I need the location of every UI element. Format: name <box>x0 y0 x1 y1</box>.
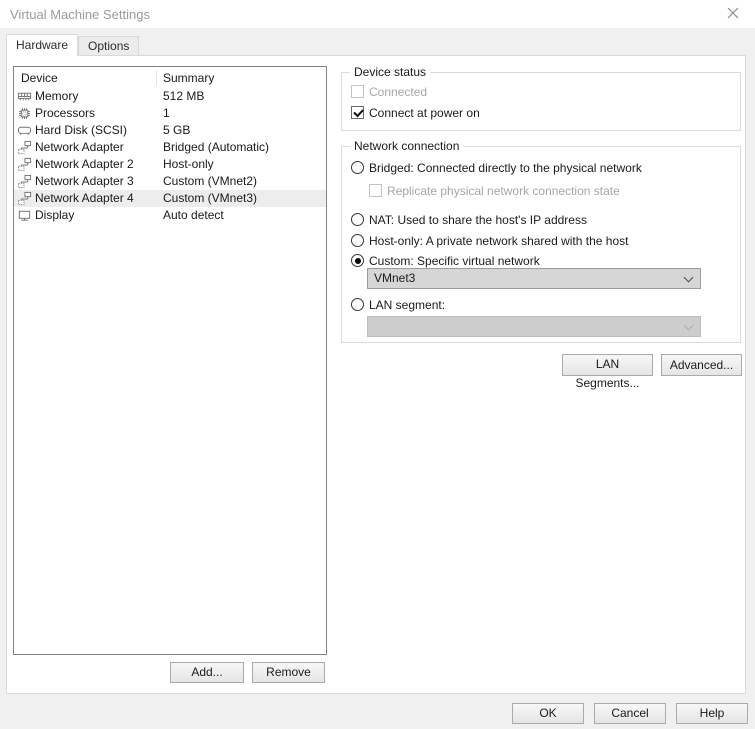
nat-radio-row: NAT: Used to share the host's IP address <box>351 212 587 227</box>
device-name: Network Adapter 3 <box>35 174 134 188</box>
vm-settings-dialog: Virtual Machine Settings Hardware Option… <box>0 0 755 729</box>
connect-at-power-on-label: Connect at power on <box>369 105 480 120</box>
ok-button[interactable]: OK <box>512 703 584 724</box>
nat-radio[interactable] <box>351 213 364 226</box>
bridged-label: Bridged: Connected directly to the physi… <box>369 160 642 175</box>
bridged-radio-row: Bridged: Connected directly to the physi… <box>351 160 642 175</box>
device-name: Network Adapter <box>35 140 124 154</box>
custom-network-value: VMnet3 <box>374 271 416 285</box>
device-row-processors[interactable]: Processors 1 <box>14 105 326 122</box>
host-only-radio[interactable] <box>351 234 364 247</box>
display-icon <box>17 208 32 223</box>
device-row-network-adapter[interactable]: Network Adapter Bridged (Automatic) <box>14 139 326 156</box>
device-summary: Bridged (Automatic) <box>163 140 270 154</box>
chevron-down-icon <box>683 272 694 283</box>
lan-segment-radio-row: LAN segment: <box>351 297 445 312</box>
custom-network-dropdown[interactable]: VMnet3 <box>367 268 701 289</box>
title-bar: Virtual Machine Settings <box>0 0 755 28</box>
tab-hardware[interactable]: Hardware <box>6 34 79 56</box>
column-header-device[interactable]: Device <box>21 71 58 85</box>
device-row-display[interactable]: Display Auto detect <box>14 207 326 224</box>
device-summary: Host-only <box>163 157 214 171</box>
device-list-header: Device Summary <box>14 67 326 88</box>
network-icon <box>17 191 32 206</box>
device-name: Network Adapter 2 <box>35 157 134 171</box>
add-button[interactable]: Add... <box>170 662 244 683</box>
remove-button[interactable]: Remove <box>252 662 325 683</box>
connected-checkbox-row: Connected <box>351 84 427 99</box>
hard-disk-icon <box>17 123 32 138</box>
advanced-button[interactable]: Advanced... <box>661 354 742 376</box>
device-summary: Custom (VMnet2) <box>163 174 258 188</box>
tab-options[interactable]: Options <box>78 36 140 55</box>
device-summary: Custom (VMnet3) <box>163 191 258 205</box>
connected-checkbox <box>351 85 364 98</box>
device-rows: Memory 512 MB Processors 1 Hard Disk (SCSI) 5… <box>14 88 326 224</box>
connect-at-power-on-row: Connect at power on <box>351 105 480 120</box>
help-button[interactable]: Help <box>676 703 748 724</box>
custom-label: Custom: Specific virtual network <box>369 253 540 268</box>
device-row-hard-disk-scsi-[interactable]: Hard Disk (SCSI) 5 GB <box>14 122 326 139</box>
lan-segment-label: LAN segment: <box>369 297 446 312</box>
device-summary: Auto detect <box>163 208 224 222</box>
replicate-checkbox <box>369 184 382 197</box>
network-connection-title: Network connection <box>350 139 464 153</box>
processors-icon <box>17 106 32 121</box>
network-icon <box>17 140 32 155</box>
close-icon <box>727 7 739 22</box>
device-row-memory[interactable]: Memory 512 MB <box>14 88 326 105</box>
tab-strip: Hardware Options <box>0 28 755 56</box>
device-summary: 5 GB <box>163 123 191 137</box>
lan-segment-radio[interactable] <box>351 298 364 311</box>
cancel-button[interactable]: Cancel <box>594 703 666 724</box>
window-title: Virtual Machine Settings <box>10 7 150 22</box>
device-summary: 1 <box>163 106 170 120</box>
close-button[interactable] <box>719 4 747 24</box>
device-name: Hard Disk (SCSI) <box>35 123 128 137</box>
chevron-down-icon <box>683 320 694 331</box>
memory-icon <box>17 89 32 104</box>
network-icon <box>17 174 32 189</box>
nat-label: NAT: Used to share the host's IP address <box>369 212 587 227</box>
device-row-network-adapter-4[interactable]: Network Adapter 4 Custom (VMnet3) <box>14 190 326 207</box>
lan-segments-button[interactable]: LAN Segments... <box>562 354 653 390</box>
device-name: Display <box>35 208 75 222</box>
device-row-network-adapter-3[interactable]: Network Adapter 3 Custom (VMnet2) <box>14 173 326 190</box>
device-summary: 512 MB <box>163 89 205 103</box>
host-only-radio-row: Host-only: A private network shared with… <box>351 233 628 248</box>
device-status-group: Device status Connected Connect at power… <box>341 65 741 131</box>
connect-at-power-on-checkbox[interactable] <box>351 106 364 119</box>
network-icon <box>17 157 32 172</box>
device-name: Processors <box>35 106 96 120</box>
replicate-checkbox-row: Replicate physical network connection st… <box>369 183 620 198</box>
network-connection-group: Network connection Bridged: Connected di… <box>341 139 741 343</box>
host-only-label: Host-only: A private network shared with… <box>369 233 629 248</box>
device-name: Memory <box>35 89 79 103</box>
column-divider <box>156 70 157 85</box>
custom-radio[interactable] <box>351 254 364 267</box>
connected-label: Connected <box>369 84 428 99</box>
device-name: Network Adapter 4 <box>35 191 134 205</box>
custom-radio-row: Custom: Specific virtual network <box>351 253 540 268</box>
bridged-radio[interactable] <box>351 161 364 174</box>
lan-segment-dropdown <box>367 316 701 337</box>
device-list: Device Summary Memory 512 MB Processors 1 Ha… <box>13 66 327 655</box>
device-row-network-adapter-2[interactable]: Network Adapter 2 Host-only <box>14 156 326 173</box>
replicate-label: Replicate physical network connection st… <box>387 183 620 198</box>
device-status-title: Device status <box>350 65 431 79</box>
column-header-summary[interactable]: Summary <box>163 71 214 85</box>
